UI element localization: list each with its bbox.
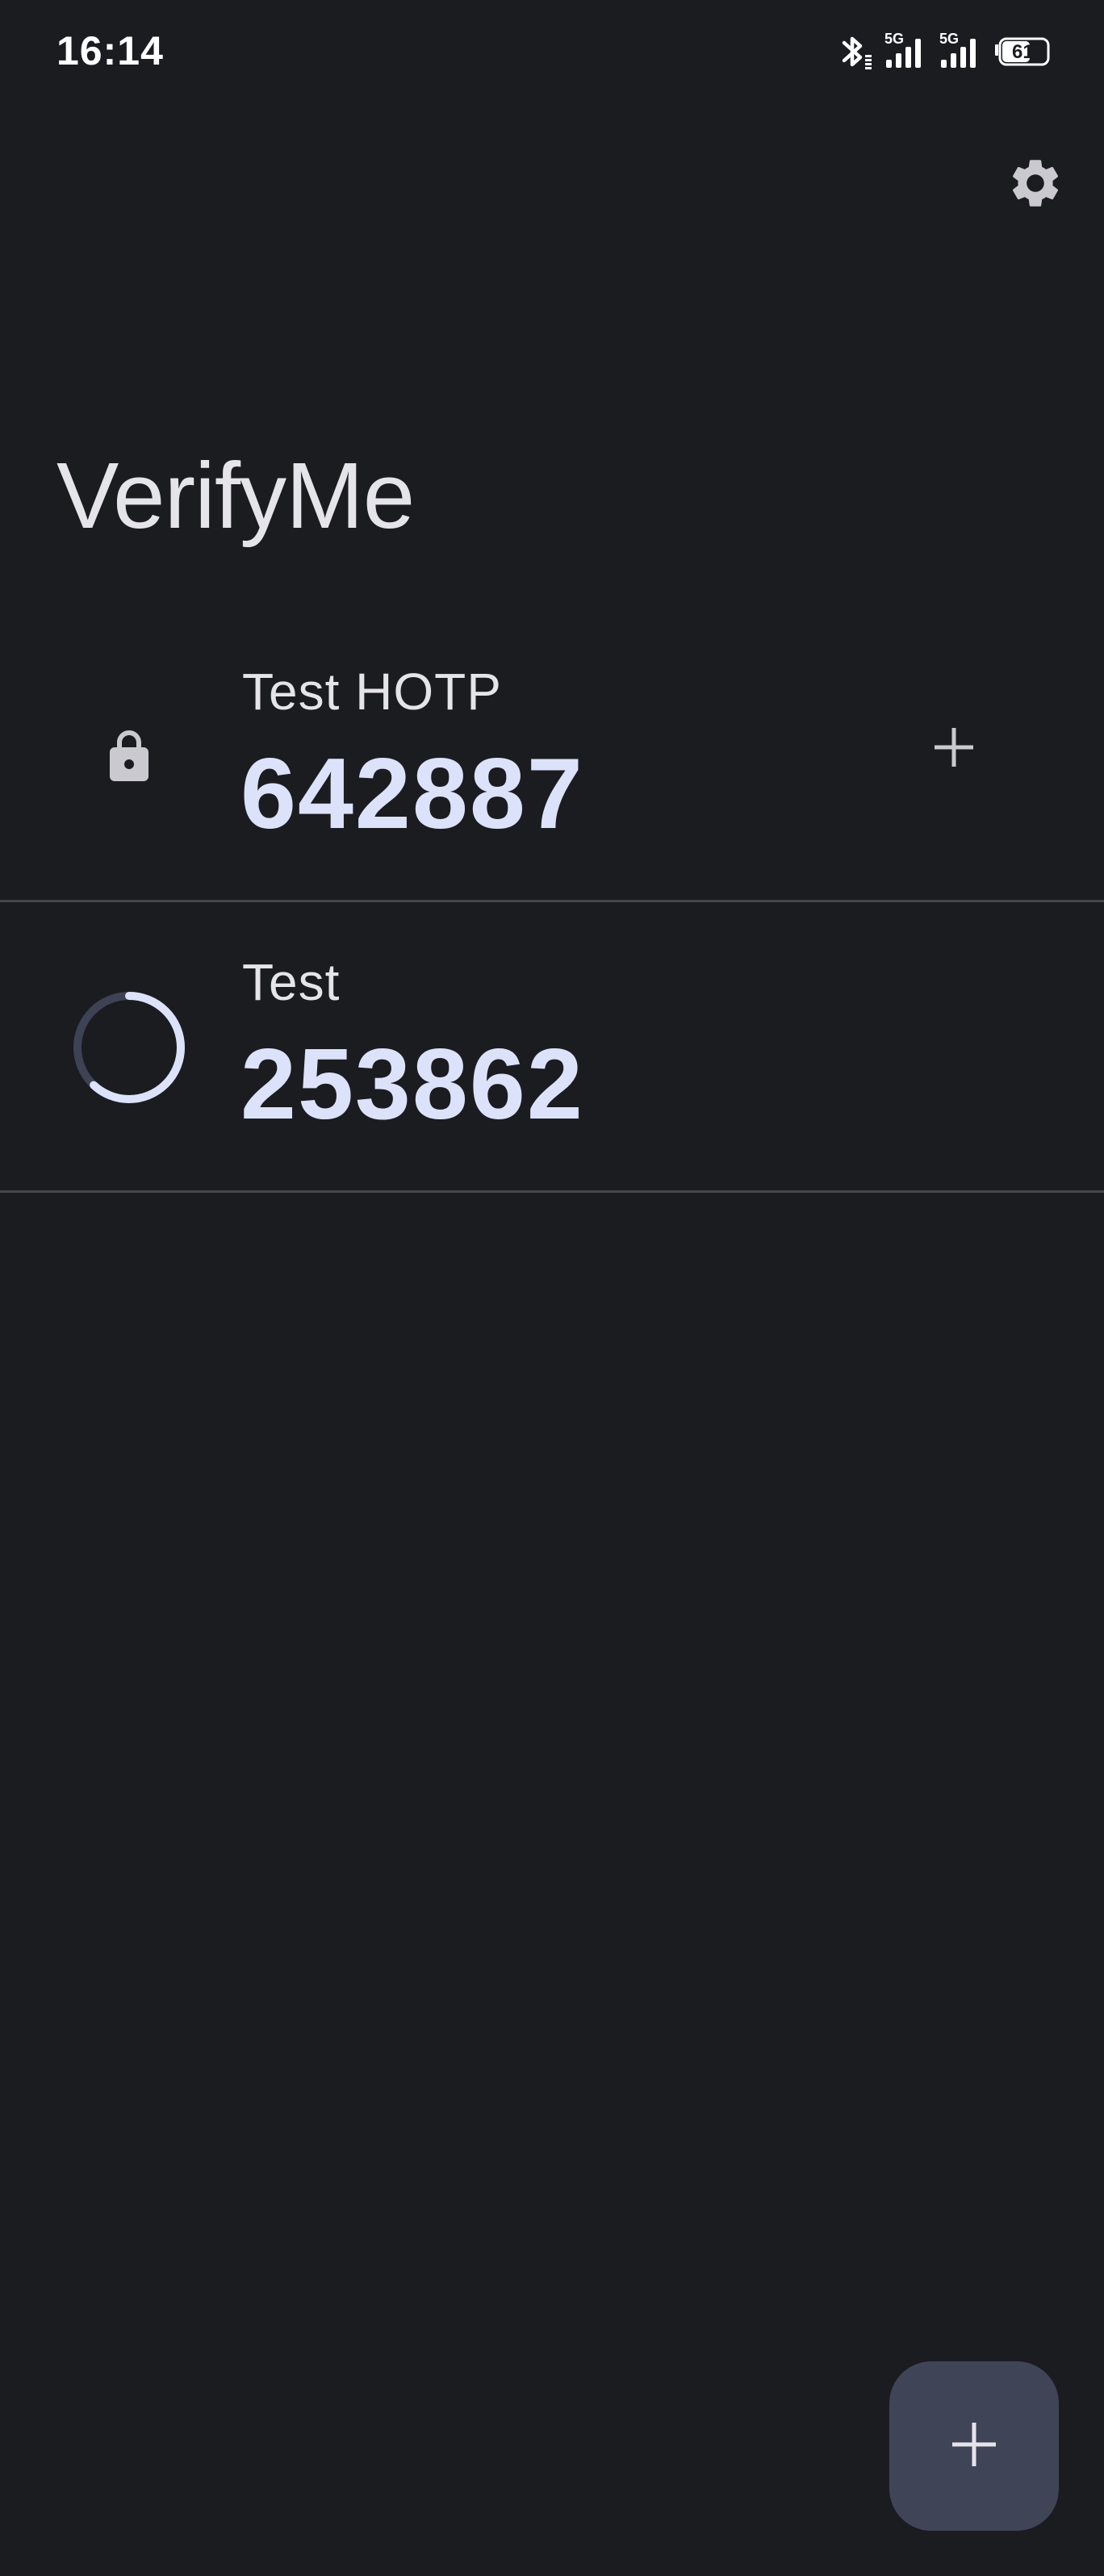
plus-icon bbox=[930, 723, 978, 776]
token-code: 253862 bbox=[240, 1029, 584, 1140]
token-row-totp[interactable]: Test 253862 bbox=[0, 902, 1104, 1193]
countdown-ring-icon bbox=[65, 983, 194, 1112]
status-bar: 16:14 5G 5G 61 bbox=[0, 0, 1104, 105]
app-title: VerifyMe bbox=[56, 443, 415, 548]
app-screen: 16:14 5G 5G 61 VerifyMe Test HOTP 642887… bbox=[0, 0, 1104, 2576]
battery-icon: 61 bbox=[994, 36, 1051, 69]
add-token-button[interactable] bbox=[889, 2361, 1059, 2531]
token-name: Test HOTP bbox=[242, 663, 502, 721]
signal-icon: 5G bbox=[884, 31, 928, 73]
token-code: 642887 bbox=[240, 738, 584, 850]
status-time: 16:14 bbox=[56, 28, 164, 73]
battery-level: 61 bbox=[1012, 41, 1034, 63]
token-row-hotp[interactable]: Test HOTP 642887 bbox=[0, 612, 1104, 902]
signal-icon: 5G bbox=[939, 31, 983, 73]
plus-icon bbox=[949, 2419, 999, 2474]
hotp-increment-button[interactable] bbox=[920, 715, 988, 783]
gear-icon bbox=[1006, 154, 1064, 216]
status-icons: 5G 5G 61 bbox=[836, 31, 1051, 73]
token-name: Test bbox=[242, 953, 341, 1011]
row-divider bbox=[0, 1190, 1104, 1193]
bluetooth-icon bbox=[836, 32, 873, 73]
settings-button[interactable] bbox=[1006, 155, 1065, 215]
lock-icon bbox=[65, 692, 194, 822]
